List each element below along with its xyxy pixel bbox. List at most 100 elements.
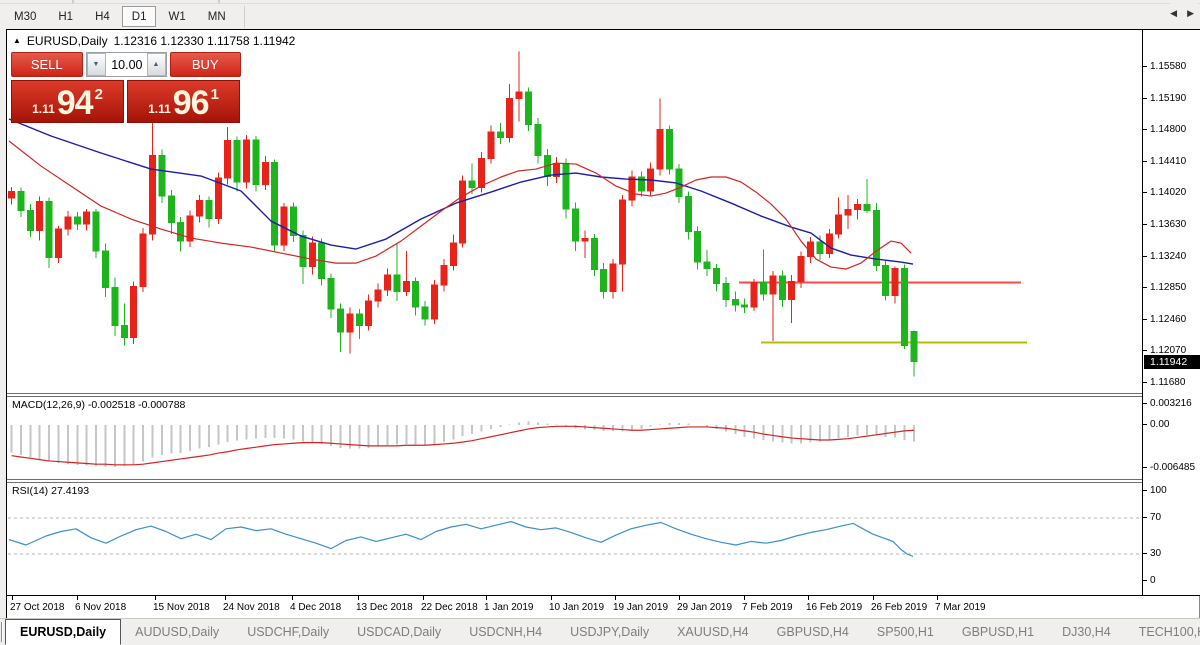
candle-body [864, 205, 870, 211]
time-scale-tick [744, 596, 745, 600]
timeframe-button-mn[interactable]: MN [198, 6, 236, 27]
timeframe-button-h1[interactable]: H1 [48, 6, 83, 27]
one-click-trade-widget: SELL ▼ 10.00 ▲ BUY 1.11 94 2 1.11 96 1 [11, 52, 241, 123]
time-scale-tick [358, 596, 359, 600]
macd-scale-label: -0.006485 [1150, 462, 1195, 473]
rsi-scale-label: 100 [1150, 485, 1167, 496]
timeframe-button-m30[interactable]: M30 [4, 6, 46, 27]
candle-body [441, 265, 447, 284]
candle-body [9, 192, 15, 198]
trading-platform-window: M30H1H4D1W1MN ▲ EURUSD,Daily 1.12316 1.1… [0, 0, 1200, 645]
time-scale-tick [486, 596, 487, 600]
tab-xauusd-h4[interactable]: XAUUSD,H4 [663, 619, 763, 645]
candle-body [403, 282, 409, 292]
candle-body [394, 275, 400, 291]
toolbar-separator [244, 6, 245, 28]
candle-body [197, 201, 203, 216]
tab-tech100-h1[interactable]: TECH100,H1 [1125, 619, 1200, 645]
macd-scale-label: 0.003216 [1150, 398, 1192, 409]
time-scale-label: 29 Jan 2019 [677, 602, 732, 613]
tab-scroll-arrows: ◀ ▶ [1170, 0, 1198, 27]
time-scale-tick [225, 596, 226, 600]
rsi-scale-label: 70 [1150, 512, 1161, 523]
candle-body [535, 125, 541, 156]
candle-body [751, 282, 757, 306]
candle-body [845, 210, 851, 216]
time-scale-tick [292, 596, 293, 600]
candle-body [817, 242, 823, 253]
candle-body [714, 269, 720, 284]
tab-sp500-h1[interactable]: SP500,H1 [863, 619, 948, 645]
volume-decrease-button[interactable]: ▼ [87, 53, 106, 76]
candle-body [150, 155, 156, 234]
time-scale-label: 27 Oct 2018 [10, 602, 64, 613]
candle-body [178, 223, 184, 242]
timeframe-button-w1[interactable]: W1 [158, 6, 195, 27]
candle-body [309, 243, 315, 266]
candle-body [215, 178, 221, 219]
current-price-badge: 1.11942 [1144, 355, 1200, 369]
chart-tabs-bar: EURUSD,DailyAUDUSD,DailyUSDCHF,DailyUSDC… [0, 618, 1200, 645]
candle-body [516, 92, 522, 98]
candle-body [244, 140, 250, 182]
time-scale-tick [155, 596, 156, 600]
ask-quote-panel[interactable]: 1.11 96 1 [127, 80, 240, 123]
candle-body [46, 201, 52, 257]
volume-increase-button[interactable]: ▲ [147, 53, 166, 76]
rsi-scale-label: 0 [1150, 575, 1156, 586]
time-scale-label: 19 Jan 2019 [613, 602, 668, 613]
candle-body [168, 196, 174, 223]
candle-body [591, 239, 597, 270]
tabs-scroll-right-icon[interactable]: ▶ [1187, 8, 1194, 19]
tab-audusd-daily[interactable]: AUDUSD,Daily [121, 619, 233, 645]
rsi-chart-canvas[interactable] [8, 483, 1142, 595]
candle-body [507, 99, 513, 138]
candle-body [798, 257, 804, 282]
price-scale-label: 1.11680 [1150, 377, 1185, 388]
tab-usdchf-daily[interactable]: USDCHF,Daily [233, 619, 343, 645]
tab-gbpusd-h1[interactable]: GBPUSD,H1 [948, 619, 1048, 645]
price-scale-label: 1.14410 [1150, 156, 1186, 167]
candle-body [902, 269, 908, 346]
candle-body [789, 282, 795, 300]
timeframe-button-d1[interactable]: D1 [122, 6, 157, 27]
candle-body [262, 163, 268, 185]
candle-body [300, 235, 306, 266]
time-scale: 27 Oct 20186 Nov 201815 Nov 201824 Nov 2… [6, 596, 1200, 618]
toolbar-grip [72, 0, 74, 3]
time-scale-label: 24 Nov 2018 [223, 602, 280, 613]
candle-body [121, 325, 127, 337]
tab-gbpusd-h4[interactable]: GBPUSD,H4 [763, 619, 863, 645]
tab-usdcad-daily[interactable]: USDCAD,Daily [343, 619, 455, 645]
toolbar-grip [218, 0, 220, 3]
tab-usdcnh-h4[interactable]: USDCNH,H4 [455, 619, 556, 645]
candle-body [488, 132, 494, 159]
timeframe-button-h4[interactable]: H4 [85, 6, 120, 27]
candle-body [460, 181, 466, 243]
symbol-header: ▲ EURUSD,Daily 1.12316 1.12330 1.11758 1… [13, 34, 295, 48]
candle-body [140, 234, 146, 287]
candle-body [206, 201, 212, 219]
tab-eurusd-daily[interactable]: EURUSD,Daily [5, 619, 121, 645]
buy-button[interactable]: BUY [170, 52, 242, 77]
toolbar-drag-strip[interactable] [0, 0, 1200, 4]
time-scale-label: 26 Feb 2019 [871, 602, 927, 613]
candle-body [685, 197, 691, 232]
volume-input[interactable]: 10.00 [106, 53, 147, 76]
time-scale-label: 7 Mar 2019 [935, 602, 986, 613]
candle-body [450, 243, 456, 266]
candle-body [159, 155, 165, 196]
candle-body [56, 229, 62, 257]
time-scale-tick [77, 596, 78, 600]
volume-stepper: ▼ 10.00 ▲ [86, 52, 167, 77]
tabs-scroll-left-icon[interactable]: ◀ [1170, 8, 1177, 19]
candle-body [338, 309, 344, 332]
tab-dj30-h4[interactable]: DJ30,H4 [1048, 619, 1125, 645]
candle-body [732, 299, 738, 305]
sell-button[interactable]: SELL [11, 52, 83, 77]
candle-body [620, 200, 626, 264]
tab-usdjpy-daily[interactable]: USDJPY,Daily [556, 619, 663, 645]
bid-quote-panel[interactable]: 1.11 94 2 [11, 80, 124, 123]
candle-body [855, 205, 861, 210]
time-scale-label: 4 Dec 2018 [290, 602, 341, 613]
